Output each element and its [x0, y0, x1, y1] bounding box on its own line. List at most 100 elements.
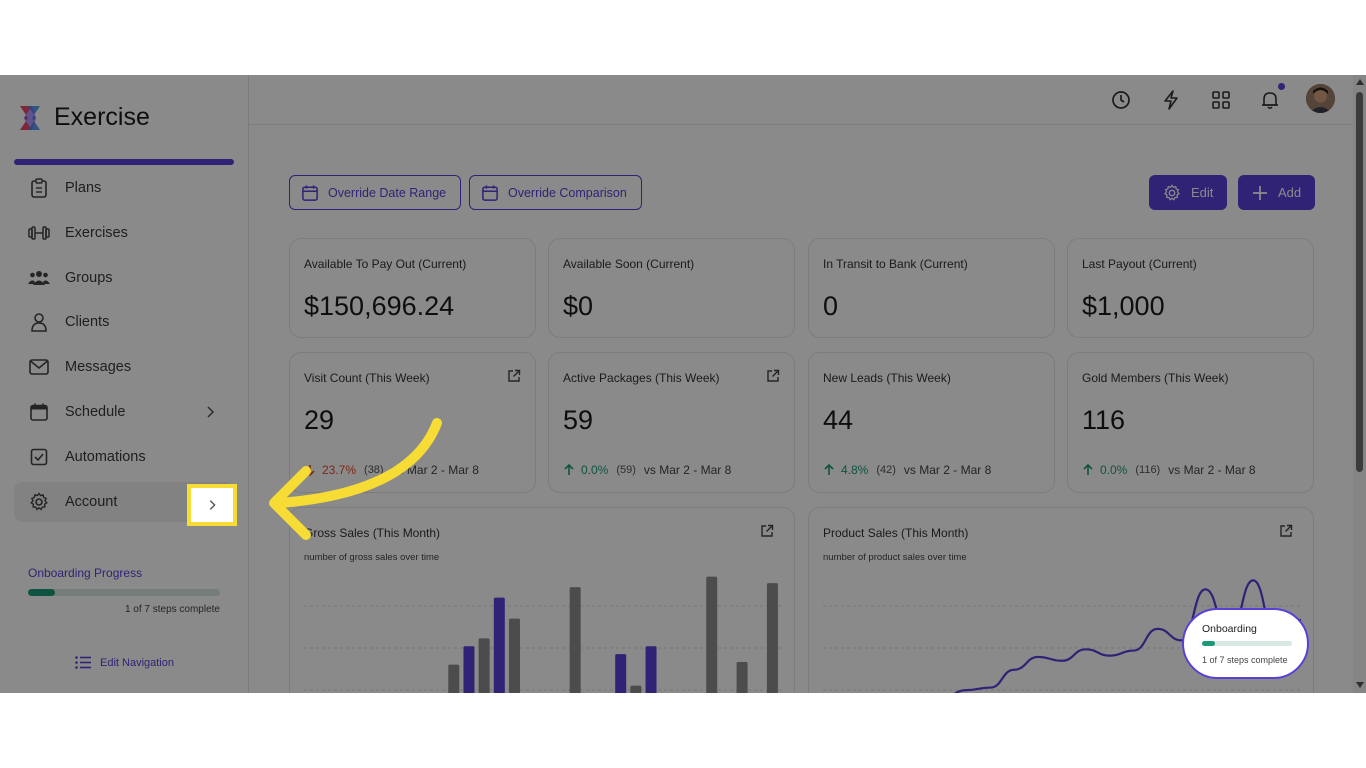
bar: [630, 685, 642, 693]
sidebar-item-label: Messages: [65, 359, 132, 376]
topbar: [249, 75, 1353, 125]
notification-dot: [1278, 83, 1285, 90]
external-link-icon[interactable]: [766, 369, 780, 383]
sidebar-item-clients[interactable]: Clients: [14, 302, 234, 342]
sidebar-item-label: Automations: [65, 448, 146, 465]
logo: Exercise: [16, 103, 150, 132]
stat-card-available-soon: Available Soon (Current) $0: [548, 238, 795, 338]
external-link-icon[interactable]: [507, 369, 521, 383]
sidebar-item-schedule[interactable]: Schedule: [14, 392, 234, 432]
stat-title: Available To Pay Out (Current): [304, 257, 467, 271]
stat-comparison: 4.8% (42) vs Mar 2 - Mar 8: [823, 463, 991, 477]
edit-button[interactable]: Edit: [1149, 175, 1228, 210]
arrow-down-icon: [305, 465, 315, 476]
add-label: Add: [1278, 185, 1302, 200]
dumbbell-icon: [28, 222, 50, 244]
onboarding-bubble[interactable]: Onboarding 1 of 7 steps complete: [1182, 608, 1309, 679]
override-date-range-button[interactable]: Override Date Range: [289, 175, 462, 210]
scroll-up-arrow[interactable]: [1356, 79, 1364, 85]
sidebar-item-automations[interactable]: Automations: [14, 437, 234, 477]
stat-card-new-leads: New Leads (This Week) 44 4.8% (42) vs Ma…: [808, 352, 1055, 493]
onboarding-bubble-title: Onboarding: [1202, 623, 1257, 635]
override-comparison-label: Override Comparison: [508, 185, 627, 200]
stat-value: $1,000: [1082, 291, 1165, 321]
account-expand-highlight[interactable]: [187, 484, 237, 526]
users-icon: [28, 267, 50, 289]
onboarding-subtitle: 1 of 7 steps complete: [124, 604, 220, 615]
stat-value: 116: [1082, 405, 1126, 435]
sidebar-item-exercises[interactable]: Exercises: [14, 213, 234, 253]
stat-card-active-packages[interactable]: Active Packages (This Week) 59 0.0% (59)…: [548, 352, 795, 493]
bar: [493, 597, 505, 693]
stat-title: Available Soon (Current): [563, 257, 695, 271]
calendar-icon: [482, 184, 498, 201]
arrow-up-icon: [1083, 464, 1093, 475]
add-button[interactable]: Add: [1238, 175, 1316, 210]
bar: [448, 664, 460, 693]
app-frame: Exercise Plans Exercises Groups Clients …: [0, 75, 1366, 693]
stat-title: Active Packages (This Week): [563, 371, 720, 385]
calendar-icon: [302, 184, 318, 201]
gear-icon: [28, 491, 50, 513]
chevron-right-icon[interactable]: [202, 404, 218, 420]
clipboard-icon: [28, 177, 50, 199]
edit-navigation-link[interactable]: Edit Navigation: [75, 656, 174, 669]
list-icon: [75, 656, 91, 669]
bar: [478, 638, 490, 693]
bar: [706, 576, 718, 693]
stat-count: (59): [616, 464, 636, 476]
avatar[interactable]: [1306, 84, 1335, 113]
scrollbar-thumb[interactable]: [1356, 92, 1363, 472]
checkbox-icon: [28, 446, 50, 468]
stat-comparison: 0.0% (116) vs Mar 2 - Mar 8: [1082, 463, 1256, 477]
stat-count: (116): [1135, 464, 1161, 476]
lightning-icon[interactable]: [1159, 88, 1183, 112]
stat-card-visit-count[interactable]: Visit Count (This Week) 29 23.7% (38) vs…: [289, 352, 536, 493]
stat-card-available-payout: Available To Pay Out (Current) $150,696.…: [289, 238, 536, 338]
stat-change: 0.0%: [581, 463, 609, 477]
stat-card-gold-members: Gold Members (This Week) 116 0.0% (116) …: [1067, 352, 1314, 493]
sidebar-item-groups[interactable]: Groups: [14, 258, 234, 298]
arrow-up-icon: [564, 464, 574, 475]
stat-range: vs Mar 2 - Mar 8: [391, 463, 479, 477]
stat-title: Last Payout (Current): [1082, 257, 1197, 271]
apps-grid-icon[interactable]: [1209, 88, 1233, 112]
envelope-icon: [28, 356, 50, 378]
stat-value: 0: [823, 291, 839, 321]
stat-comparison: 23.7% (38) vs Mar 2 - Mar 8: [304, 463, 479, 477]
sidebar-item-plans[interactable]: Plans: [14, 168, 234, 208]
onboarding-bubble-fill: [1202, 641, 1215, 646]
scrollbar[interactable]: [1353, 75, 1366, 693]
sidebar-item-label: Clients: [65, 314, 110, 331]
override-comparison-button[interactable]: Override Comparison: [469, 175, 642, 210]
stat-comparison: 0.0% (59) vs Mar 2 - Mar 8: [563, 463, 731, 477]
onboarding-progress[interactable]: Onboarding Progress 1 of 7 steps complet…: [28, 566, 220, 615]
logo-underline: [14, 159, 234, 165]
onboarding-progress-fill: [28, 589, 55, 596]
stat-value: 44: [823, 405, 854, 435]
sidebar-item-label: Exercises: [65, 224, 128, 241]
stat-count: (42): [876, 464, 896, 476]
arrow-up-icon: [824, 464, 834, 475]
sidebar-item-messages[interactable]: Messages: [14, 347, 234, 387]
stat-title: Gold Members (This Week): [1082, 371, 1229, 385]
bell-icon[interactable]: [1258, 88, 1282, 112]
onboarding-title: Onboarding Progress: [28, 566, 143, 580]
history-icon[interactable]: [1109, 88, 1133, 112]
onboarding-bubble-progress: [1202, 641, 1292, 646]
bar: [615, 654, 627, 693]
gear-icon: [1164, 183, 1180, 201]
bar: [463, 646, 475, 693]
stat-value: $0: [563, 291, 594, 321]
stat-range: vs Mar 2 - Mar 8: [1168, 463, 1256, 477]
scroll-down-arrow[interactable]: [1356, 682, 1364, 688]
bar: [766, 583, 778, 693]
logo-icon: [20, 105, 40, 130]
stat-title: In Transit to Bank (Current): [823, 257, 968, 271]
bar: [736, 662, 748, 693]
stat-change: 4.8%: [841, 463, 869, 477]
stat-title: Visit Count (This Week): [304, 371, 430, 385]
stat-card-last-payout: Last Payout (Current) $1,000: [1067, 238, 1314, 338]
gross-sales-card[interactable]: Gross Sales (This Month) number of gross…: [289, 507, 795, 693]
stat-change: 0.0%: [1100, 463, 1128, 477]
